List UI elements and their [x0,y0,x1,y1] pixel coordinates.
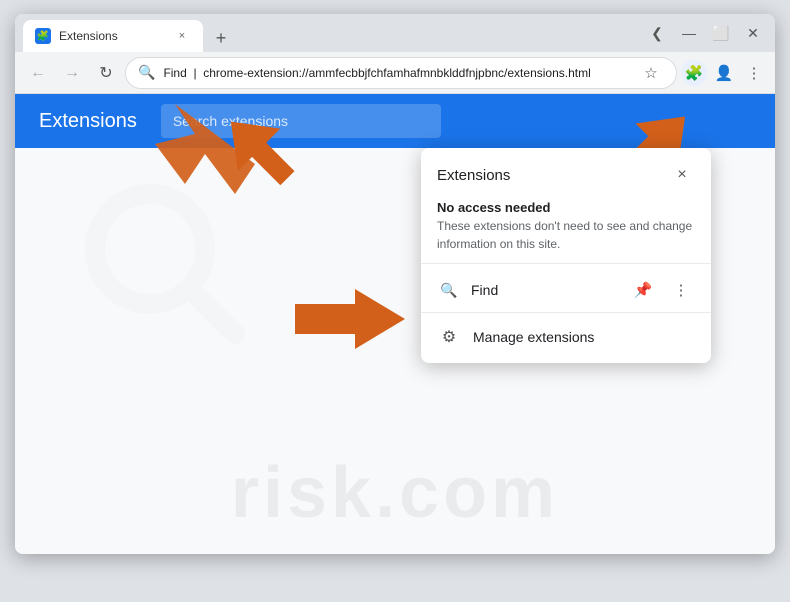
popup-title: Extensions [437,167,510,184]
search-placeholder: Search extensions [173,113,288,129]
extensions-page-title: Extensions [39,110,137,133]
magnifier-watermark [75,174,255,359]
url-address: chrome-extension://ammfecbbjfchfamhafmnb… [203,66,591,80]
popup-close-button[interactable]: × [669,162,695,188]
popup-divider [421,263,711,264]
find-extension-name: Find [471,282,619,298]
site-icon: 🔍 [138,64,155,81]
url-bar[interactable]: 🔍 Find | chrome-extension://ammfecbbjfch… [125,57,677,89]
popup-no-access-label: No access needed [421,196,711,217]
watermark: risk.com [231,452,559,534]
restore-button[interactable]: ⬜ [707,19,735,47]
extensions-search-box[interactable]: Search extensions [161,104,441,138]
title-bar: 🧩 Extensions × + ❮ — ⬜ ✕ [15,14,775,52]
tab-favicon: 🧩 [35,28,51,44]
pin-extension-button[interactable]: 📌 [629,276,657,304]
page-content: Extensions Search extensions risk.com [15,94,775,554]
active-tab[interactable]: 🧩 Extensions × [23,20,203,52]
popup-no-access-desc: These extensions don't need to see and c… [421,217,711,263]
chrome-menu-button[interactable]: ⋮ [741,60,767,86]
find-extension-icon: 🔍 [437,278,461,302]
browser-window: 🧩 Extensions × + ❮ — ⬜ ✕ ← → ↻ 🔍 Find | … [15,14,775,554]
new-tab-button[interactable]: + [207,24,235,52]
extensions-button[interactable]: 🧩 [681,60,707,86]
close-button[interactable]: ✕ [739,19,767,47]
forward-button[interactable]: → [57,58,87,88]
bookmark-icon[interactable]: ☆ [638,60,664,86]
orange-arrow-2 [295,284,405,359]
chevron-down-icon[interactable]: ❮ [643,19,671,47]
popup-divider-2 [421,312,711,313]
address-bar: ← → ↻ 🔍 Find | chrome-extension://ammfec… [15,52,775,94]
manage-extensions-label: Manage extensions [473,329,594,345]
url-text: Find | chrome-extension://ammfecbbjfchfa… [163,66,630,80]
manage-extensions-icon: ⚙ [437,325,461,349]
refresh-button[interactable]: ↻ [91,58,121,88]
popup-header: Extensions × [421,148,711,196]
extensions-popup: Extensions × No access needed These exte… [421,148,711,363]
back-button[interactable]: ← [23,58,53,88]
extension-more-button[interactable]: ⋮ [667,276,695,304]
tab-strip: 🧩 Extensions × + [23,14,643,52]
minimize-button[interactable]: — [675,19,703,47]
tab-label: Extensions [59,29,118,43]
profile-button[interactable]: 👤 [711,60,737,86]
extensions-header: Extensions Search extensions [15,94,775,148]
site-label: Find [163,66,186,80]
extension-row-find: 🔍 Find 📌 ⋮ [421,268,711,312]
tab-close-button[interactable]: × [173,27,191,45]
window-controls: ❮ — ⬜ ✕ [643,19,767,47]
manage-extensions-row[interactable]: ⚙ Manage extensions [421,317,711,363]
